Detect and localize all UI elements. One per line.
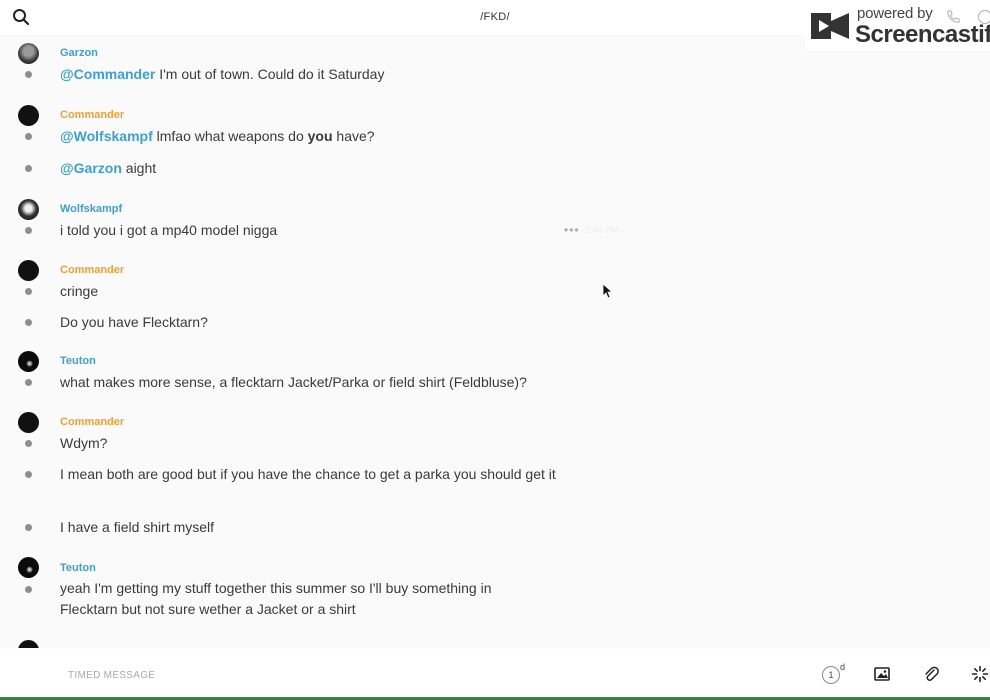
message-text: @Commander I'm out of town. Could do it … <box>60 64 570 85</box>
timer-unit: d <box>840 662 846 672</box>
message-bullet <box>25 133 32 140</box>
message-text: Wdym? <box>60 435 108 451</box>
message-body: have? <box>332 128 375 144</box>
message-bullet <box>25 71 32 78</box>
message-bullet <box>25 524 32 531</box>
message-text: i told you i got a mp40 model nigga <box>60 222 278 238</box>
message-bullet <box>25 379 32 386</box>
message-bullet <box>25 288 32 295</box>
avatar[interactable] <box>18 105 39 126</box>
message-body: aight <box>121 160 157 176</box>
message-bullet <box>25 471 32 478</box>
message-bullet <box>25 165 32 172</box>
username[interactable]: Teuton <box>60 562 96 574</box>
message-text: yeah I'm getting my stuff together this … <box>60 580 492 617</box>
username[interactable]: Commander <box>60 416 124 428</box>
username[interactable]: Teuton <box>60 355 96 367</box>
message-text: I mean both are good but if you have the… <box>60 466 556 482</box>
username[interactable]: Commander <box>60 264 124 276</box>
bold-text: you <box>307 128 333 144</box>
timer-value: 1 <box>822 666 840 684</box>
phone-icon[interactable] <box>945 9 961 25</box>
info-icon[interactable] <box>977 9 990 25</box>
message-body: I'm out of town. Could do it Saturday <box>155 66 385 82</box>
username[interactable]: Wolfskampf <box>60 203 122 215</box>
message-bullet <box>25 440 32 447</box>
avatar[interactable] <box>18 43 39 64</box>
message-text: @Garzon aight <box>60 158 570 179</box>
message-list: Garzon @Commander I'm out of town. Could… <box>0 34 990 648</box>
message-text: @Wolfskampf lmfao what weapons do you ha… <box>60 126 570 147</box>
mouse-cursor-icon <box>602 283 612 299</box>
message-bullet <box>25 227 32 234</box>
avatar[interactable] <box>18 557 39 578</box>
username[interactable]: Commander <box>60 109 124 121</box>
message-text: I have a field shirt myself <box>60 519 215 535</box>
message-bullet <box>25 319 32 326</box>
username[interactable]: Garzon <box>60 47 98 59</box>
message-input[interactable] <box>66 665 670 685</box>
mention[interactable]: @Garzon <box>60 160 122 176</box>
message-body: lmfao what weapons do <box>152 128 308 144</box>
message-timestamp: 2:46 PM <box>585 225 619 235</box>
avatar[interactable] <box>18 199 39 220</box>
mention[interactable]: @Commander <box>60 66 155 82</box>
avatar[interactable] <box>18 412 39 433</box>
sparkle-icon[interactable] <box>971 665 989 683</box>
message-text: cringe <box>60 283 99 299</box>
avatar[interactable] <box>18 351 39 372</box>
watermark-powered-by: powered by <box>857 5 933 22</box>
message-options-button[interactable]: ••• <box>564 223 580 237</box>
image-icon[interactable] <box>873 665 891 683</box>
avatar[interactable] <box>18 260 39 281</box>
message-composer: 1 d <box>0 649 990 697</box>
message-text: Do you have Flecktarn? <box>60 314 208 330</box>
timer-button[interactable]: 1 d <box>822 662 846 685</box>
message-bullet <box>25 586 32 593</box>
paperclip-icon[interactable] <box>922 665 940 683</box>
avatar[interactable] <box>18 640 39 648</box>
message-text: what makes more sense, a flecktarn Jacke… <box>60 374 527 390</box>
mention[interactable]: @Wolfskampf <box>60 128 153 144</box>
